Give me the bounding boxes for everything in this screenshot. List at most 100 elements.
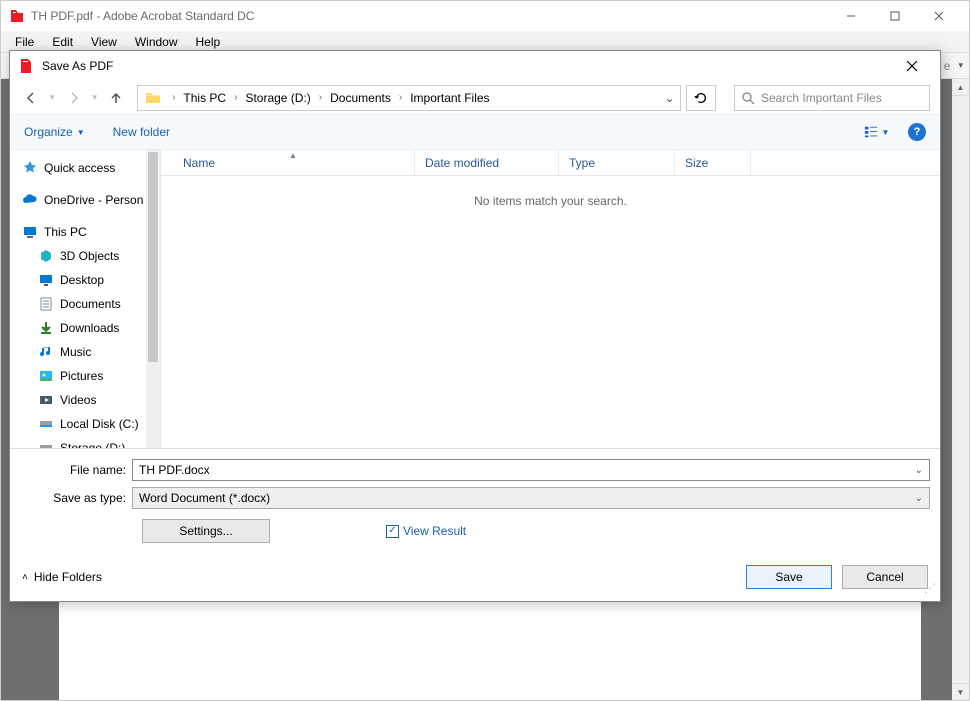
menu-file[interactable]: File	[7, 33, 42, 51]
save-type-label: Save as type:	[20, 491, 132, 505]
column-size[interactable]: Size	[675, 150, 751, 175]
dialog-titlebar: Save As PDF	[10, 51, 940, 81]
toolstrip-dropdown-icon[interactable]: ▾	[958, 60, 963, 71]
view-dropdown-icon: ▼	[882, 128, 890, 137]
column-name-label: Name	[183, 156, 215, 170]
column-date[interactable]: Date modified	[415, 150, 559, 175]
hide-folders-button[interactable]: ˄ Hide Folders	[22, 570, 102, 584]
navigation-pane[interactable]: Quick access OneDrive - Person This PC 3D O…	[10, 150, 160, 448]
form-area: File name: TH PDF.docx ⌄ Save as type: W…	[10, 448, 940, 557]
chevron-right-icon[interactable]: ›	[230, 92, 241, 103]
nav-scroll-thumb[interactable]	[148, 152, 158, 362]
nav-item-label: Pictures	[60, 369, 103, 383]
resize-grip-icon[interactable]: ⋰	[924, 585, 936, 597]
save-type-dropdown-icon[interactable]: ⌄	[915, 493, 923, 504]
column-type-label: Type	[569, 156, 595, 170]
crumb-important-files[interactable]: Important Files	[406, 91, 493, 105]
nav-item-label: Local Disk (C:)	[60, 417, 139, 431]
nav-item-3d-objects[interactable]: 3D Objects	[16, 244, 160, 268]
file-name-label: File name:	[20, 463, 132, 477]
nav-item-quick-access[interactable]: Quick access	[16, 156, 160, 180]
view-options-button[interactable]: ▼	[858, 121, 894, 143]
cloud-icon	[22, 192, 38, 208]
chevron-right-icon[interactable]: ›	[315, 92, 326, 103]
dialog-footer: ˄ Hide Folders Save Cancel	[10, 557, 940, 601]
explorer-body: Quick access OneDrive - Person This PC 3D O…	[10, 150, 940, 448]
pdf-icon	[18, 58, 34, 74]
checkbox-checked-icon: ✓	[386, 525, 399, 538]
nav-forward-history-icon[interactable]: ▾	[93, 92, 98, 103]
menu-help[interactable]: Help	[188, 33, 229, 51]
nav-item-local-disk-c-[interactable]: Local Disk (C:)	[16, 412, 160, 436]
column-name[interactable]: Name ▲	[161, 150, 415, 175]
search-input[interactable]	[761, 91, 923, 105]
breadcrumb-dropdown-icon[interactable]: ⌄	[658, 86, 680, 110]
save-type-field[interactable]: Word Document (*.docx) ⌄	[132, 487, 930, 509]
nav-item-label: This PC	[44, 225, 87, 239]
file-list-pane: Name ▲ Date modified Type Size No items …	[160, 150, 940, 448]
scroll-down-icon[interactable]: ▼	[952, 683, 969, 700]
new-folder-button[interactable]: New folder	[113, 125, 170, 139]
nav-item-label: OneDrive - Person	[44, 193, 143, 207]
nav-item-label: Quick access	[44, 161, 115, 175]
chevron-up-icon: ˄	[22, 572, 28, 583]
menu-window[interactable]: Window	[127, 33, 186, 51]
vertical-scrollbar[interactable]: ▲ ▼	[952, 79, 969, 700]
desktop-icon	[38, 272, 54, 288]
help-button[interactable]: ?	[908, 123, 926, 141]
refresh-button[interactable]	[686, 85, 716, 111]
nav-item-this-pc[interactable]: This PC	[16, 220, 160, 244]
nav-item-videos[interactable]: Videos	[16, 388, 160, 412]
save-type-value: Word Document (*.docx)	[139, 491, 270, 505]
save-button[interactable]: Save	[746, 565, 832, 589]
nav-item-storage-d-[interactable]: Storage (D:)	[16, 436, 160, 448]
organize-button[interactable]: Organize ▼	[24, 125, 85, 139]
file-name-row: File name: TH PDF.docx ⌄	[20, 459, 930, 481]
organize-dropdown-icon: ▼	[77, 128, 85, 137]
settings-button[interactable]: Settings...	[142, 519, 270, 543]
nav-back-button[interactable]	[20, 87, 42, 109]
nav-up-button[interactable]	[105, 87, 127, 109]
menu-view[interactable]: View	[83, 33, 125, 51]
search-box[interactable]	[734, 85, 930, 111]
3d-icon	[38, 248, 54, 264]
save-type-row: Save as type: Word Document (*.docx) ⌄	[20, 487, 930, 509]
nav-item-label: Downloads	[60, 321, 119, 335]
maximize-button[interactable]	[873, 1, 917, 31]
chevron-right-icon[interactable]: ›	[168, 92, 179, 103]
chevron-right-icon[interactable]: ›	[395, 92, 406, 103]
hide-folders-label: Hide Folders	[34, 570, 102, 584]
nav-item-music[interactable]: Music	[16, 340, 160, 364]
menu-edit[interactable]: Edit	[44, 33, 81, 51]
nav-item-onedrive-person[interactable]: OneDrive - Person	[16, 188, 160, 212]
nav-scrollbar[interactable]	[146, 150, 160, 448]
nav-item-downloads[interactable]: Downloads	[16, 316, 160, 340]
crumb-storage[interactable]: Storage (D:)	[241, 91, 314, 105]
nav-forward-button[interactable]	[63, 87, 85, 109]
nav-back-history-icon[interactable]: ▾	[50, 92, 55, 103]
crumb-this-pc[interactable]: This PC	[179, 91, 230, 105]
sort-indicator-icon: ▲	[289, 151, 297, 160]
nav-item-documents[interactable]: Documents	[16, 292, 160, 316]
minimize-button[interactable]	[829, 1, 873, 31]
file-name-field[interactable]: TH PDF.docx ⌄	[132, 459, 930, 481]
breadcrumb[interactable]: › This PC › Storage (D:) › Documents › I…	[137, 85, 681, 111]
pic-icon	[38, 368, 54, 384]
explorer-toolbar: Organize ▼ New folder ▼ ?	[10, 114, 940, 150]
nav-item-desktop[interactable]: Desktop	[16, 268, 160, 292]
view-result-label: View Result	[403, 524, 466, 538]
disk-icon	[38, 416, 54, 432]
dialog-close-button[interactable]	[892, 51, 932, 81]
cancel-button[interactable]: Cancel	[842, 565, 928, 589]
scroll-up-icon[interactable]: ▲	[952, 79, 969, 96]
file-name-dropdown-icon[interactable]: ⌄	[915, 465, 923, 476]
empty-message: No items match your search.	[161, 176, 940, 208]
view-result-checkbox[interactable]: ✓ View Result	[386, 524, 466, 538]
file-name-value: TH PDF.docx	[139, 463, 210, 477]
nav-item-pictures[interactable]: Pictures	[16, 364, 160, 388]
toolstrip-unknown-glyph: e	[944, 59, 951, 73]
disk-icon	[38, 440, 54, 448]
column-type[interactable]: Type	[559, 150, 675, 175]
close-button[interactable]	[917, 1, 961, 31]
crumb-documents[interactable]: Documents	[326, 91, 395, 105]
